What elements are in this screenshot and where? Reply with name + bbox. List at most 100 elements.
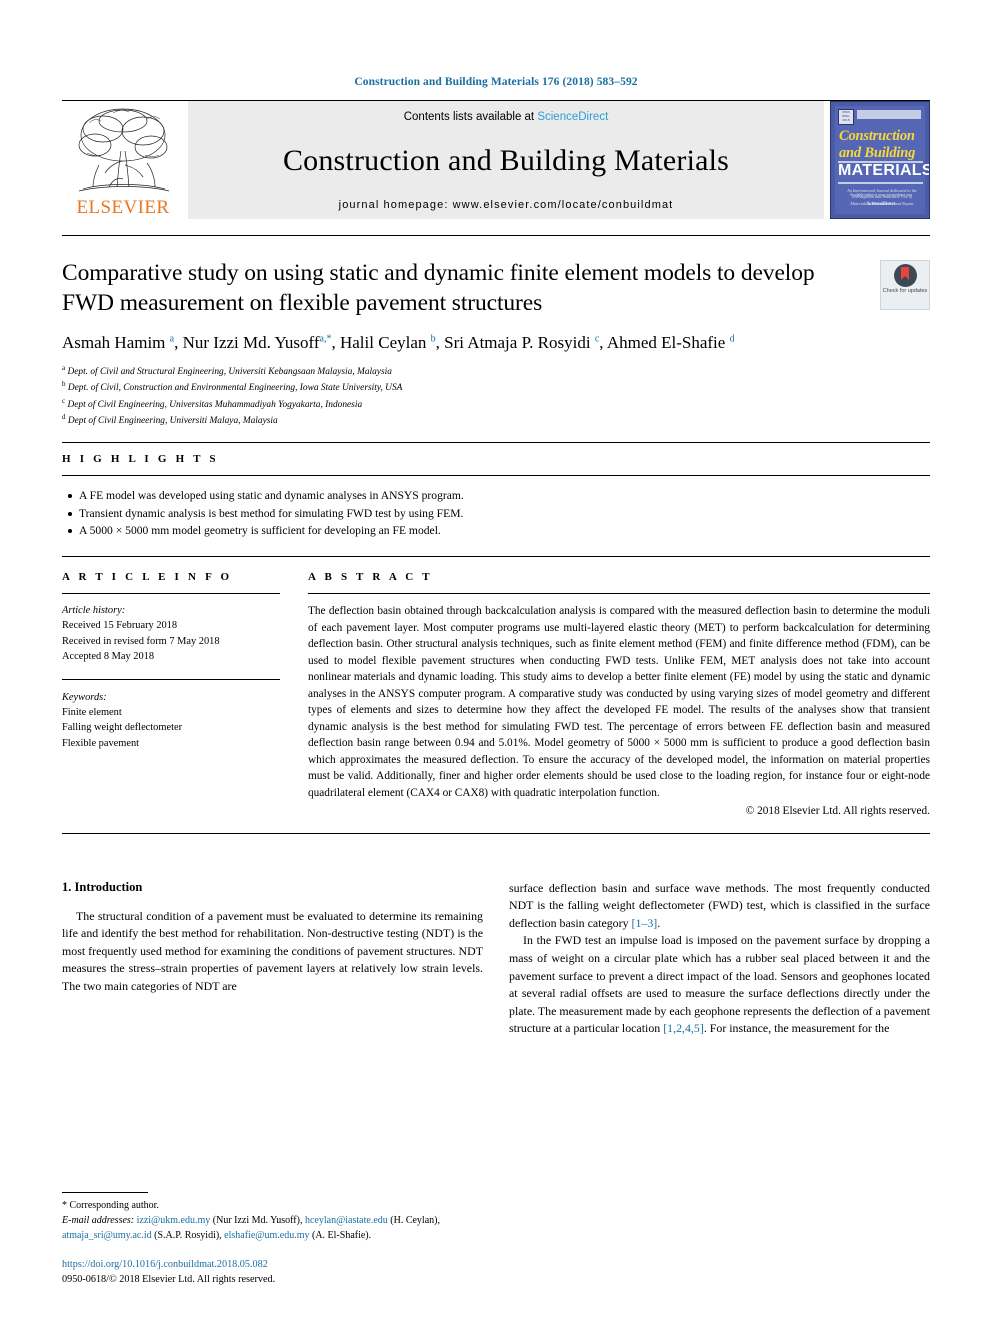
- contents-available-line: Contents lists available at ScienceDirec…: [404, 111, 609, 123]
- email-owner-name: (A. El-Shafie).: [309, 1229, 372, 1241]
- title-block: Comparative study on using static and dy…: [62, 258, 930, 428]
- highlight-item: Transient dynamic analysis is best metho…: [68, 505, 930, 523]
- highlights-underline: [62, 475, 930, 477]
- body-left-column: 1. Introduction The structural condition…: [62, 880, 483, 1038]
- elsevier-tree-icon: [78, 108, 170, 192]
- footnote-area: * Corresponding author. E-mail addresses…: [62, 1192, 462, 1287]
- masthead-center: Contents lists available at ScienceDirec…: [188, 101, 824, 219]
- email-link[interactable]: atmaja_sri@umy.ac.id: [62, 1230, 152, 1241]
- affiliation-item: b Dept. of Civil, Construction and Envir…: [62, 380, 403, 394]
- journal-cover-thumbnail[interactable]: ISSN 0950-0618 Construction and Building…: [830, 101, 930, 219]
- keywords-rule: [62, 678, 280, 680]
- highlight-item: A FE model was developed using static an…: [68, 487, 930, 505]
- highlights-top-rule: [62, 442, 930, 444]
- rp2-post: . For instance, the measurement for the: [703, 1021, 890, 1036]
- article-history-item: Received in revised form 7 May 2018: [62, 635, 220, 647]
- keywords-label: Keywords:: [62, 691, 107, 703]
- elsevier-wordmark: ELSEVIER: [76, 197, 170, 218]
- affiliation-marker: a: [62, 364, 66, 373]
- info-top-rule: [62, 556, 930, 558]
- intro-paragraph-left: The structural condition of a pavement m…: [62, 908, 483, 994]
- article-history-item: Received 15 February 2018: [62, 620, 178, 632]
- journal-title: Construction and Building Materials: [282, 144, 730, 177]
- body-columns: 1. Introduction The structural condition…: [62, 880, 930, 1038]
- contents-prefix: Contents lists available at: [403, 111, 538, 123]
- highlights-list: A FE model was developed using static an…: [68, 487, 930, 540]
- highlights-section: A FE model was developed using static an…: [68, 487, 930, 540]
- highlight-item: A 5000 × 5000 mm model geometry is suffi…: [68, 522, 930, 540]
- page-title: Comparative study on using static and dy…: [62, 260, 815, 317]
- email-link[interactable]: elshafie@um.edu.my: [224, 1230, 309, 1241]
- abstract-column: A B S T R A C T The deflection basin obt…: [308, 571, 930, 817]
- article-info-heading: A R T I C L E I N F O: [62, 571, 233, 584]
- cover-issn-badge: ISSN 0950-0618: [838, 109, 854, 125]
- body-right-column: surface deflection basin and surface wav…: [509, 880, 930, 1038]
- sciencedirect-link[interactable]: ScienceDirect: [537, 111, 608, 123]
- running-head: Construction and Building Materials 176 …: [354, 76, 638, 88]
- email-owner-name: (Nur Izzi Md. Yusoff),: [210, 1215, 305, 1227]
- cover-title-line1: Construction: [839, 128, 915, 144]
- affiliation-list: a Dept. of Civil and Structural Engineer…: [62, 363, 858, 428]
- affiliation-marker: c: [62, 396, 66, 405]
- cover-footer: Available online at www.sciencedirect.co…: [843, 193, 919, 209]
- abstract-heading: A B S T R A C T: [308, 571, 433, 584]
- keyword-item: Finite element: [62, 706, 122, 718]
- author-list: Asmah Hamim a, Nur Izzi Md. Yusoffa,*, H…: [62, 333, 735, 353]
- email-link[interactable]: hceylan@iastate.edu: [305, 1215, 388, 1226]
- citation-ref-2[interactable]: [1,2,4,5]: [663, 1021, 704, 1035]
- issn-copyright-line: 0950-0618/© 2018 Elsevier Ltd. All right…: [62, 1273, 276, 1285]
- intro-paragraph-right-1: surface deflection basin and surface wav…: [509, 880, 930, 933]
- affiliation-item: c Dept of Civil Engineering, Universitas…: [62, 396, 363, 410]
- doi-block: https://doi.org/10.1016/j.conbuildmat.20…: [62, 1257, 462, 1287]
- abstract-bottom-rule: [62, 832, 930, 834]
- masthead-bottom-rule: [62, 235, 930, 236]
- article-info-rule: [62, 593, 280, 595]
- keywords-block: Keywords: Finite element Falling weight d…: [62, 690, 280, 752]
- rp1-post: .: [657, 915, 661, 930]
- article-info-body: Article history: Received 15 February 20…: [62, 603, 280, 751]
- affiliation-marker: b: [62, 380, 66, 389]
- abstract-text: The deflection basin obtained through ba…: [308, 605, 930, 800]
- article-info-column: A R T I C L E I N F O Article history: R…: [62, 571, 308, 817]
- crossmark-circle-icon: [893, 264, 917, 287]
- info-abstract-row: A R T I C L E I N F O Article history: R…: [62, 571, 930, 817]
- cover-rule-bottom: [838, 182, 923, 184]
- corresponding-marker: *: [62, 1200, 67, 1212]
- paper-page: Construction and Building Materials 176 …: [0, 0, 992, 1323]
- article-history-item: Accepted 8 May 2018: [62, 651, 155, 663]
- journal-masthead: ELSEVIER Contents lists available at Sci…: [62, 101, 930, 219]
- crossmark-bookmark-icon: [901, 267, 909, 280]
- email-link[interactable]: izzi@ukm.edu.my: [137, 1215, 211, 1226]
- crossmark-badge[interactable]: Check for updates: [880, 260, 930, 310]
- journal-homepage[interactable]: journal homepage: www.elsevier.com/locat…: [339, 199, 674, 211]
- keyword-item: Flexible pavement: [62, 737, 140, 749]
- section-heading-introduction: 1. Introduction: [62, 879, 143, 894]
- keyword-item: Falling weight deflectometer: [62, 722, 183, 734]
- rp1-pre: surface deflection basin and surface wav…: [509, 880, 930, 930]
- cover-footer-small: Available online at www.sciencedirect.co…: [849, 193, 913, 198]
- cover-title-line2: and Building: [839, 145, 916, 161]
- affiliation-item: a Dept. of Civil and Structural Engineer…: [62, 364, 392, 378]
- affiliation-item: d Dept of Civil Engineering, Universiti …: [62, 412, 278, 427]
- affiliation-marker: d: [62, 412, 66, 421]
- email-owner-name: (S.A.P. Rosyidi),: [151, 1229, 225, 1241]
- citation-ref-1[interactable]: [1–3]: [632, 916, 658, 930]
- abstract-rule: [308, 593, 930, 595]
- article-history-list: Received 15 February 2018 Received in rev…: [62, 618, 280, 664]
- cover-footer-brand: ScienceDirect: [866, 202, 896, 207]
- intro-paragraph-right-2: In the FWD test an impulse load is impos…: [509, 932, 930, 1038]
- article-history-label: Article history:: [62, 605, 126, 617]
- email-owner-name: (H. Ceylan),: [387, 1215, 440, 1227]
- footnote-rule: [62, 1192, 148, 1194]
- corresponding-text: Corresponding author.: [69, 1200, 159, 1212]
- cover-title-line3: MATERIALS: [838, 162, 930, 179]
- elsevier-logo: ELSEVIER: [62, 101, 184, 219]
- crossmark-label: Check for updates: [882, 288, 928, 294]
- email-addresses-line: E-mail addresses: izzi@ukm.edu.my (Nur I…: [62, 1214, 462, 1242]
- highlights-heading: H I G H L I G H T S: [62, 453, 219, 466]
- keywords-list: Finite element Falling weight deflectomet…: [62, 705, 280, 751]
- doi-link[interactable]: https://doi.org/10.1016/j.conbuildmat.20…: [62, 1257, 462, 1272]
- abstract-copyright: © 2018 Elsevier Ltd. All rights reserved…: [745, 804, 930, 817]
- corresponding-author-line: * Corresponding author.: [62, 1199, 462, 1213]
- cover-top-bar: [857, 110, 921, 119]
